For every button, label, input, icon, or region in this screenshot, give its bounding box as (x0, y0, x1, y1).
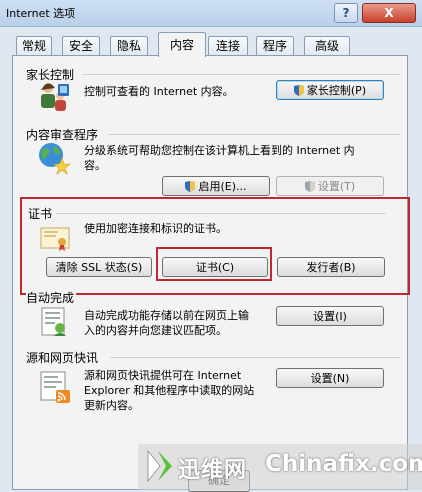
advisor-divider (108, 134, 400, 135)
feeds-icon (40, 371, 70, 403)
advisor-settings-label: 设置(T) (317, 180, 356, 193)
certificates-desc: 使用加密连接和标识的证书。 (84, 222, 227, 235)
tab-connections[interactable]: 连接 (208, 36, 248, 56)
tab-advanced[interactable]: 高级 (304, 36, 350, 56)
advisor-enable-button[interactable]: 启用(E)... (162, 176, 270, 196)
family-icon (41, 83, 69, 111)
parental-button-label: 家长控制(P) (306, 84, 367, 97)
help-button[interactable]: ? (334, 3, 358, 23)
tab-privacy[interactable]: 隐私 (110, 36, 148, 56)
advisor-desc-line1: 分级系统可帮助您控制在该计算机上看到的 Internet 内 (84, 144, 355, 157)
certificates-button[interactable]: 证书(C) (162, 257, 268, 277)
autocomplete-title: 自动完成 (26, 289, 77, 306)
certificates-divider (56, 213, 386, 214)
advisor-desc-line2: 容。 (84, 159, 106, 172)
uac-shield-icon (304, 181, 315, 192)
uac-shield-icon (185, 181, 196, 192)
watermark-text-cn: 迅维网 (178, 458, 248, 483)
tab-security[interactable]: 安全 (62, 36, 100, 56)
title-bar: Internet 选项 ? X (0, 0, 422, 27)
certificates-title: 证书 (28, 207, 53, 221)
close-button[interactable]: X (362, 3, 416, 23)
enable-button-label: 启用(E)... (198, 180, 247, 193)
autocomplete-desc-line2: 入的内容并向您建议匹配项。 (84, 324, 227, 337)
window-title: Internet 选项 (6, 7, 76, 20)
feeds-desc-line2: Explorer 和其他程序中读取的网站 (84, 384, 255, 397)
feeds-desc-line3: 更新内容。 (84, 399, 139, 412)
feeds-settings-button[interactable]: 设置(N) (276, 368, 384, 388)
parental-desc: 控制可查看的 Internet 内容。 (84, 85, 234, 98)
watermark-text-en: Chinafix.com (265, 451, 422, 477)
globe-star-icon (39, 143, 71, 175)
uac-shield-icon (293, 85, 304, 96)
tab-programs[interactable]: 程序 (256, 36, 294, 56)
feeds-title: 源和网页快讯 (26, 351, 99, 365)
feeds-desc-line1: 源和网页快讯提供可在 Internet (84, 369, 242, 382)
watermark-logo-icon (147, 450, 172, 482)
certificate-icon (40, 227, 70, 251)
tab-general[interactable]: 常规 (16, 36, 52, 56)
parental-divider (82, 74, 400, 75)
advisor-settings-button[interactable]: 设置(T) (276, 176, 384, 196)
autocomplete-desc-line1: 自动完成功能存储以前在网页上输 (84, 309, 249, 322)
tab-content[interactable]: 内容 (158, 32, 206, 57)
autocomplete-settings-button[interactable]: 设置(I) (276, 306, 384, 326)
autocomplete-form-icon (41, 307, 66, 336)
feeds-divider (110, 357, 400, 358)
publishers-button[interactable]: 发行者(B) (277, 257, 385, 277)
clear-ssl-state-button[interactable]: 清除 SSL 状态(S) (46, 257, 152, 277)
parental-controls-button[interactable]: 家长控制(P) (276, 80, 384, 100)
